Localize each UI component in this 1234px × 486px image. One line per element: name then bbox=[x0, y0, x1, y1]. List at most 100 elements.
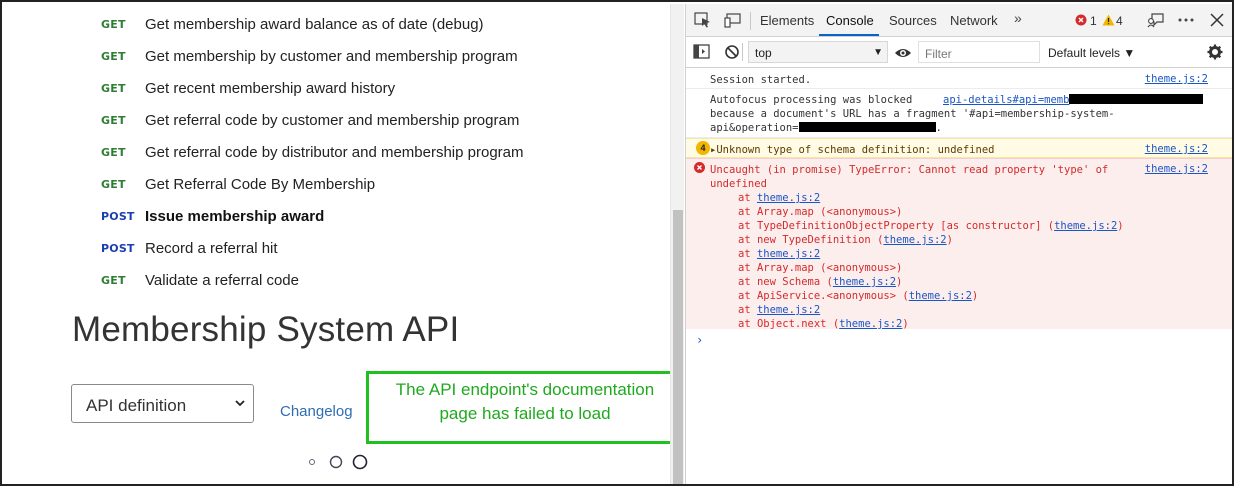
stack-trace-text: ) bbox=[902, 318, 909, 330]
stack-trace-text: at bbox=[738, 192, 757, 204]
log-levels-dropdown[interactable]: Default levels ▼ bbox=[1048, 46, 1135, 60]
http-method-badge: GET bbox=[101, 145, 126, 159]
stack-trace-link[interactable]: theme.js:2 bbox=[1054, 220, 1117, 232]
console-warning: 4 ▸Unknown type of schema definition: un… bbox=[686, 138, 1232, 158]
message-text[interactable]: ▸Unknown type of schema definition: unde… bbox=[710, 143, 994, 157]
console-output: Session started. theme.js:2 Autofocus pr… bbox=[686, 69, 1232, 484]
console-message: Autofocus processing was blocked api-det… bbox=[686, 89, 1232, 138]
tab-sources[interactable]: Sources bbox=[889, 13, 937, 28]
stack-trace-text: at new Schema ( bbox=[738, 276, 833, 288]
stack-trace-text: ) bbox=[946, 234, 953, 246]
message-line-group: api&operation=. bbox=[710, 121, 942, 135]
stack-trace-text: at Array.map (<anonymous>) bbox=[738, 206, 903, 218]
more-tabs-button[interactable]: » bbox=[1014, 10, 1022, 26]
error-count-icon bbox=[1075, 14, 1087, 26]
stack-trace-text: ) bbox=[971, 290, 979, 302]
stack-trace-link[interactable]: theme.js:2 bbox=[757, 304, 820, 316]
operation-item[interactable]: POST Issue membership award bbox=[4, 200, 604, 232]
source-link[interactable]: theme.js:2 bbox=[1145, 73, 1208, 85]
error-icon bbox=[694, 162, 705, 173]
stack-trace-link[interactable]: theme.js:2 bbox=[757, 192, 820, 204]
stack-trace-line: at ApiService.<anonymous> (theme.js:2) bbox=[738, 289, 978, 303]
http-method-badge: GET bbox=[101, 17, 126, 31]
operation-item[interactable]: GET Get referral code by customer and mem… bbox=[4, 104, 604, 136]
warning-count[interactable]: 4 bbox=[1116, 14, 1123, 28]
message-text: Session started. bbox=[710, 74, 812, 86]
selected-tab-indicator bbox=[819, 34, 879, 36]
http-method-badge: GET bbox=[101, 177, 126, 191]
stack-trace-line: at new TypeDefinition (theme.js:2) bbox=[738, 233, 953, 247]
stack-trace-text: at bbox=[738, 248, 757, 260]
context-select[interactable]: top ▼ bbox=[748, 41, 888, 63]
stack-trace-line: at Array.map (<anonymous>) bbox=[738, 205, 902, 219]
devtools-panel: Elements Console Sources Network » 1 4 t… bbox=[685, 4, 1232, 484]
operation-name: Get membership by customer and membershi… bbox=[145, 47, 518, 65]
operation-item[interactable]: GET Get Referral Code By Membership bbox=[4, 168, 604, 200]
redaction-bar bbox=[798, 122, 936, 132]
message-text: Autofocus processing was blocked bbox=[710, 94, 913, 106]
stack-trace-link[interactable]: theme.js:2 bbox=[757, 248, 820, 260]
screenshot-frame: GET Get membership award balance as of da… bbox=[0, 0, 1234, 486]
context-value: top bbox=[755, 46, 772, 60]
stack-trace-link[interactable]: theme.js:2 bbox=[833, 276, 896, 288]
settings-gear-icon[interactable] bbox=[1206, 44, 1224, 60]
sidebar-toggle-icon[interactable] bbox=[693, 44, 711, 60]
stack-trace-text: at bbox=[738, 304, 757, 316]
console-message: Session started. theme.js:2 bbox=[686, 69, 1232, 89]
error-count[interactable]: 1 bbox=[1090, 14, 1097, 28]
http-method-badge: GET bbox=[101, 113, 126, 127]
message-text: . bbox=[935, 122, 942, 134]
console-filter-input[interactable]: Filter bbox=[918, 41, 1040, 63]
http-method-badge: GET bbox=[101, 49, 126, 63]
more-options-icon[interactable] bbox=[1177, 12, 1195, 28]
clear-console-icon[interactable] bbox=[724, 44, 742, 60]
stack-trace-line: at new Schema (theme.js:2) bbox=[738, 275, 902, 289]
changelog-link[interactable]: Changelog bbox=[280, 403, 353, 420]
toolbar-divider bbox=[742, 43, 743, 61]
operation-name: Validate a referral code bbox=[145, 271, 299, 289]
stack-trace-text: at new TypeDefinition ( bbox=[738, 234, 884, 246]
stack-trace-link[interactable]: theme.js:2 bbox=[883, 234, 946, 246]
feedback-icon[interactable] bbox=[1147, 12, 1165, 28]
annotation-callout: The API endpoint's documentation page ha… bbox=[366, 371, 684, 444]
chevron-down-icon bbox=[235, 400, 245, 407]
warning-repeat-badge: 4 bbox=[696, 141, 710, 155]
callout-line-1: The API endpoint's documentation bbox=[395, 380, 655, 399]
operation-name: Get referral code by distributor and mem… bbox=[145, 143, 524, 161]
source-link[interactable]: theme.js:2 bbox=[1145, 163, 1208, 175]
toolbar-divider bbox=[750, 12, 751, 30]
operation-item[interactable]: GET Validate a referral code bbox=[4, 264, 604, 296]
page-scrollbar-thumb[interactable] bbox=[673, 210, 683, 484]
http-method-badge: POST bbox=[101, 241, 135, 255]
operation-item[interactable]: GET Get membership award balance as of da… bbox=[4, 8, 604, 40]
callout-line-2: page has failed to load bbox=[439, 404, 611, 423]
operation-name: Get recent membership award history bbox=[145, 79, 396, 97]
stack-trace-link[interactable]: theme.js:2 bbox=[909, 290, 972, 302]
tab-network[interactable]: Network bbox=[950, 13, 998, 28]
tab-console[interactable]: Console bbox=[826, 13, 874, 28]
tab-elements[interactable]: Elements bbox=[760, 13, 814, 28]
operation-name: Get membership award balance as of date … bbox=[145, 15, 484, 33]
http-method-badge: POST bbox=[101, 209, 135, 223]
select-value: API definition bbox=[86, 396, 187, 415]
operation-item[interactable]: POST Record a referral hit bbox=[4, 232, 604, 264]
close-icon[interactable] bbox=[1208, 12, 1226, 28]
console-prompt[interactable]: › bbox=[696, 333, 703, 347]
live-expression-eye-icon[interactable] bbox=[894, 45, 912, 61]
operation-name: Get Referral Code By Membership bbox=[145, 175, 376, 193]
operation-item[interactable]: GET Get referral code by distributor and … bbox=[4, 136, 604, 168]
source-link[interactable]: theme.js:2 bbox=[1145, 143, 1208, 155]
inspect-element-icon[interactable] bbox=[694, 12, 712, 28]
warning-count-icon bbox=[1102, 14, 1115, 26]
devtools-tabbar: Elements Console Sources Network » 1 4 bbox=[686, 4, 1232, 37]
stack-trace-link[interactable]: theme.js:2 bbox=[839, 318, 902, 330]
device-emulation-icon[interactable] bbox=[724, 12, 742, 28]
http-method-badge: GET bbox=[101, 273, 126, 287]
operation-name: Issue membership award bbox=[145, 207, 325, 225]
caret-down-icon: ▼ bbox=[873, 47, 883, 58]
api-definition-select[interactable]: API definition bbox=[71, 384, 254, 423]
operation-item[interactable]: GET Get recent membership award history bbox=[4, 72, 604, 104]
api-details-link[interactable]: api-details#api=memb bbox=[943, 94, 1069, 106]
operation-item[interactable]: GET Get membership by customer and member… bbox=[4, 40, 604, 72]
error-text: Uncaught (in promise) TypeError: Cannot … bbox=[710, 164, 1109, 176]
